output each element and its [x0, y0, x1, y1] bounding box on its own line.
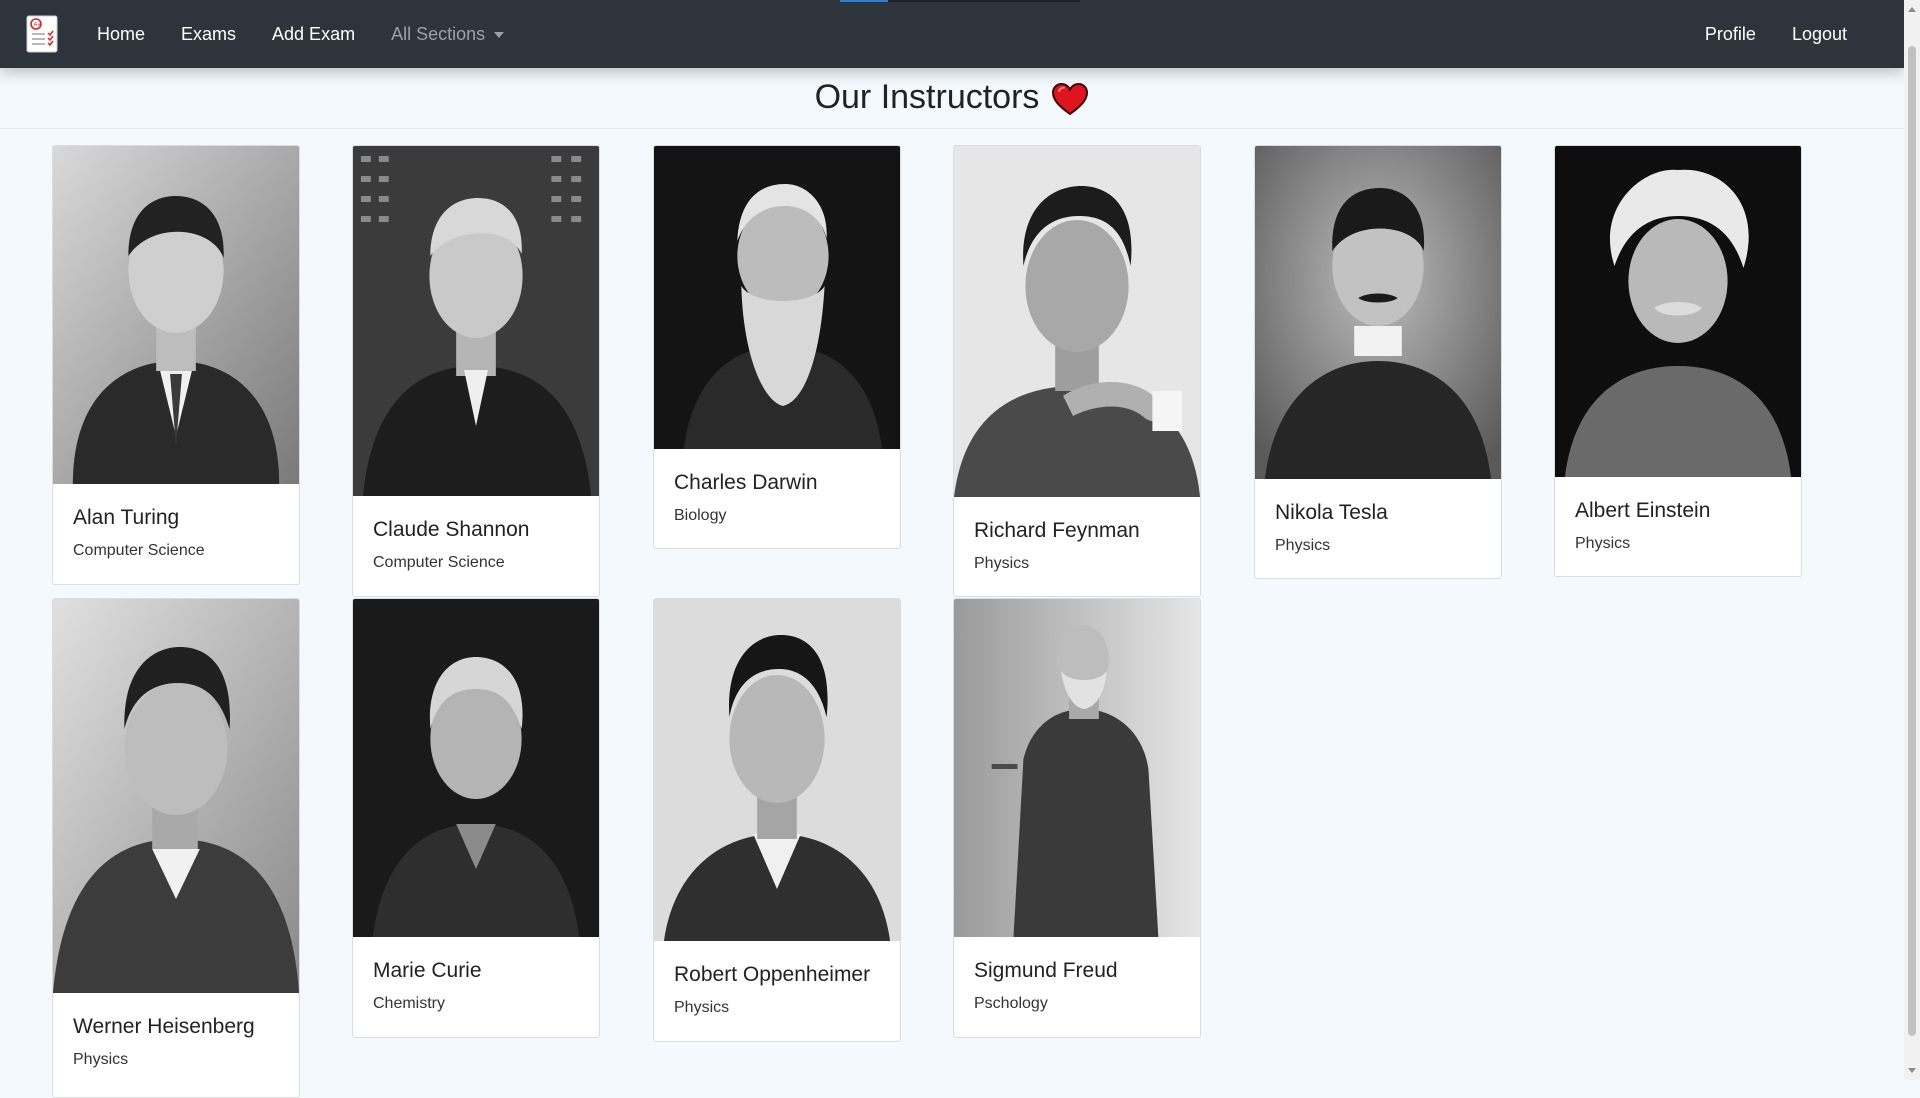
heart-icon [1052, 82, 1089, 116]
instructor-photo [954, 599, 1200, 937]
instructor-subject: Physics [73, 1051, 129, 1068]
top-navbar: A+ Home Exams Add Exam All Sections Prof… [0, 0, 1904, 68]
instructor-photo [353, 599, 599, 937]
instructor-name: Sigmund Freud [974, 959, 1118, 982]
instructor-name: Charles Darwin [674, 471, 818, 494]
instructor-subject: Physics [674, 999, 730, 1016]
nav-add-exam-link[interactable]: Add Exam [272, 24, 355, 45]
instructor-subject: Chemistry [373, 995, 446, 1012]
scroll-up-arrow-icon[interactable] [1908, 7, 1916, 12]
page-heading: Our Instructors [0, 68, 1904, 129]
exam-sheet-logo-icon[interactable]: A+ [25, 14, 59, 54]
instructor-card-alan-turing[interactable]: Alan Turing Computer Science [52, 145, 300, 585]
instructor-card-marie-curie[interactable]: Marie Curie Chemistry [352, 598, 600, 1038]
nav-exams-link[interactable]: Exams [181, 24, 236, 45]
card-body: Marie Curie Chemistry [353, 937, 599, 1013]
instructor-subject: Physics [1575, 535, 1631, 552]
card-body: Nikola Tesla Physics [1255, 479, 1501, 555]
nav-home-link[interactable]: Home [97, 24, 145, 45]
instructor-name: Marie Curie [373, 959, 482, 982]
scroll-down-arrow-icon[interactable] [1908, 1068, 1916, 1073]
page-title: Our Instructors [814, 77, 1040, 116]
instructor-photo [53, 599, 299, 993]
instructor-card-nikola-tesla[interactable]: Nikola Tesla Physics [1254, 145, 1502, 579]
card-body: Sigmund Freud Pschology [954, 937, 1200, 1013]
scroll-thumb[interactable] [1908, 46, 1916, 1036]
page-scrollbar[interactable] [1904, 0, 1920, 1080]
instructor-name: Werner Heisenberg [73, 1015, 255, 1038]
instructor-card-claude-shannon[interactable]: Claude Shannon Computer Science [352, 145, 600, 597]
instructor-card-albert-einstein[interactable]: Albert Einstein Physics [1554, 145, 1802, 577]
instructor-name: Albert Einstein [1575, 499, 1711, 522]
active-tab-indicator [840, 0, 1080, 2]
nav-left-links: Home Exams Add Exam All Sections [97, 0, 540, 68]
instructor-card-sigmund-freud[interactable]: Sigmund Freud Pschology [953, 598, 1201, 1038]
instructor-photo [53, 146, 299, 484]
instructor-subject: Pschology [974, 995, 1048, 1012]
instructor-name: Robert Oppenheimer [674, 963, 871, 986]
instructor-name: Richard Feynman [974, 519, 1140, 542]
card-body: Charles Darwin Biology [654, 449, 900, 525]
instructor-card-charles-darwin[interactable]: Charles Darwin Biology [653, 145, 901, 549]
svg-text:A+: A+ [33, 22, 41, 28]
instructor-name: Claude Shannon [373, 518, 530, 541]
instructor-photo [654, 599, 900, 941]
card-body: Claude Shannon Computer Science [353, 496, 599, 572]
card-body: Werner Heisenberg Physics [53, 993, 299, 1069]
instructor-photo [654, 146, 900, 449]
caret-down-icon [494, 32, 505, 38]
instructor-subject: Physics [974, 555, 1030, 572]
instructor-photo [1555, 146, 1801, 477]
card-body: Albert Einstein Physics [1555, 477, 1801, 553]
all-sections-label: All Sections [391, 23, 486, 44]
active-tab-highlight [840, 0, 888, 2]
card-body: Robert Oppenheimer Physics [654, 941, 900, 1017]
instructor-photo [954, 146, 1200, 497]
instructor-card-robert-oppenheimer[interactable]: Robert Oppenheimer Physics [653, 598, 901, 1042]
nav-right-links: Profile Logout [1669, 0, 1847, 68]
instructor-photo [1255, 146, 1501, 479]
nav-logout-link[interactable]: Logout [1792, 24, 1847, 45]
instructor-subject: Biology [674, 507, 727, 524]
card-body: Alan Turing Computer Science [53, 484, 299, 560]
instructor-name: Nikola Tesla [1275, 501, 1388, 524]
nav-profile-link[interactable]: Profile [1705, 24, 1756, 45]
instructor-card-werner-heisenberg[interactable]: Werner Heisenberg Physics [52, 598, 300, 1098]
card-body: Richard Feynman Physics [954, 497, 1200, 573]
instructor-subject: Physics [1275, 537, 1331, 554]
instructor-photo [353, 146, 599, 496]
instructor-name: Alan Turing [73, 506, 180, 529]
all-sections-dropdown[interactable]: All Sections [391, 23, 505, 45]
instructor-subject: Computer Science [73, 542, 205, 559]
instructor-subject: Computer Science [373, 554, 505, 571]
instructor-card-richard-feynman[interactable]: Richard Feynman Physics [953, 145, 1201, 597]
